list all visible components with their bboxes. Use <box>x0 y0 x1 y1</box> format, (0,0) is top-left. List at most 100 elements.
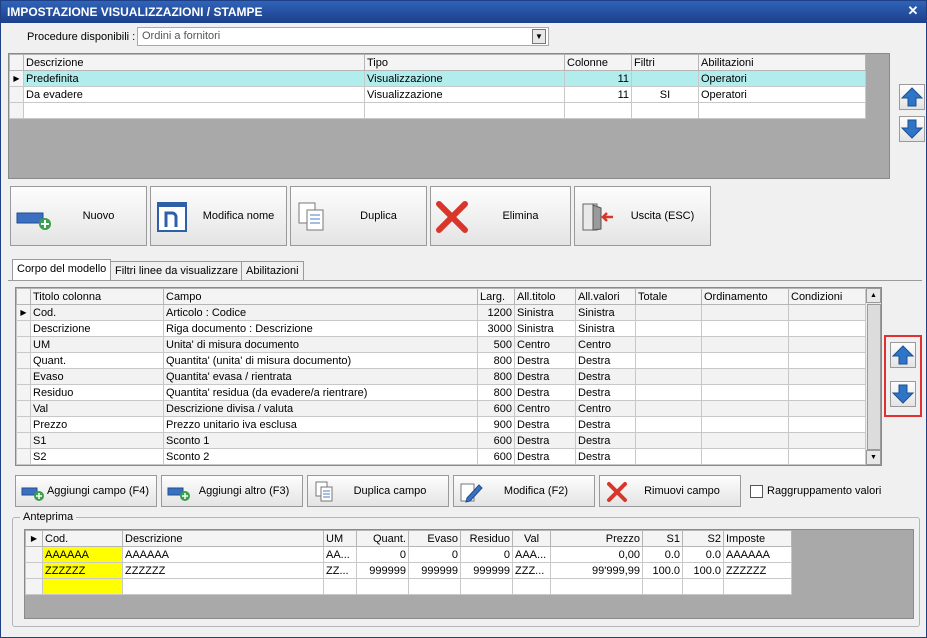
cell-totale[interactable] <box>635 400 702 417</box>
cell-all-titolo[interactable]: Sinistra <box>514 304 576 321</box>
cell-all-valori[interactable]: Centro <box>575 400 636 417</box>
table-row[interactable]: ▶ Predefinita Visualizzazione 11 Operato… <box>9 70 866 87</box>
cell-all-titolo[interactable]: Destra <box>514 368 576 385</box>
cell-all-titolo[interactable]: Destra <box>514 352 576 369</box>
add-field-button[interactable]: Aggiungi campo (F4) <box>15 475 157 507</box>
cell-all-titolo[interactable]: Destra <box>514 384 576 401</box>
cell-titolo-colonna[interactable]: Cod. <box>30 304 164 321</box>
table-row[interactable]: Evaso Quantita' evasa / rientrata 800 Destr… <box>16 368 866 385</box>
cell-all-valori[interactable]: Sinistra <box>575 304 636 321</box>
cell-titolo-colonna[interactable]: Prezzo <box>30 416 164 433</box>
cell-all-titolo[interactable]: Centro <box>514 400 576 417</box>
cell-larg-[interactable]: 500 <box>477 336 515 353</box>
cell-totale[interactable] <box>635 304 702 321</box>
scroll-up-icon[interactable]: ▲ <box>866 288 881 303</box>
cell-all-titolo[interactable]: Destra <box>514 416 576 433</box>
cell-descrizione[interactable]: Predefinita <box>23 70 365 87</box>
rename-button[interactable]: Modifica nome <box>150 186 287 246</box>
cell-all-valori[interactable]: Destra <box>575 416 636 433</box>
cell-larg-[interactable]: 600 <box>477 400 515 417</box>
cell-titolo-colonna[interactable]: S2 <box>30 448 164 465</box>
cell-condizioni[interactable] <box>788 432 866 449</box>
cell-campo[interactable]: Riga documento : Descrizione <box>163 320 478 337</box>
cell-totale[interactable] <box>635 368 702 385</box>
move-down-button[interactable] <box>899 116 925 142</box>
cell-all-valori[interactable]: Sinistra <box>575 320 636 337</box>
cell-titolo-colonna[interactable]: Quant. <box>30 352 164 369</box>
field-move-up-button[interactable] <box>890 342 916 368</box>
cell-totale[interactable] <box>635 384 702 401</box>
cell-tipo[interactable]: Visualizzazione <box>364 70 565 87</box>
table-row[interactable]: S2 Sconto 2 600 Destra Destra <box>16 448 866 465</box>
edit-field-button[interactable]: Modifica (F2) <box>453 475 595 507</box>
cell-all-valori[interactable]: Destra <box>575 368 636 385</box>
cell-condizioni[interactable] <box>788 352 866 369</box>
col-header-tipo[interactable]: Tipo <box>364 54 565 71</box>
col-header-totale[interactable]: Totale <box>635 288 702 305</box>
cell-larg-[interactable]: 600 <box>477 448 515 465</box>
cell-larg-[interactable]: 800 <box>477 384 515 401</box>
cell-larg-[interactable]: 800 <box>477 352 515 369</box>
cell-larg-[interactable]: 1200 <box>477 304 515 321</box>
cell-ordinamento[interactable] <box>701 400 789 417</box>
cell-campo[interactable]: Descrizione divisa / valuta <box>163 400 478 417</box>
cell-colonne[interactable]: 11 <box>564 70 632 87</box>
table-row[interactable]: Quant. Quantita' (unita' di misura docume… <box>16 352 866 369</box>
cell-colonne[interactable]: 11 <box>564 86 632 103</box>
cell-ordinamento[interactable] <box>701 368 789 385</box>
cell-larg-[interactable]: 800 <box>477 368 515 385</box>
cell-titolo-colonna[interactable]: S1 <box>30 432 164 449</box>
col-header-all-valori[interactable]: All.valori <box>575 288 636 305</box>
close-button[interactable]: ✕ <box>906 4 920 18</box>
cell-filtri[interactable] <box>631 70 699 87</box>
chevron-down-icon[interactable]: ▼ <box>532 29 546 44</box>
cell-all-valori[interactable]: Destra <box>575 448 636 465</box>
cell-titolo-colonna[interactable]: Val <box>30 400 164 417</box>
cell-campo[interactable]: Unita' di misura documento <box>163 336 478 353</box>
cell-all-valori[interactable]: Centro <box>575 336 636 353</box>
cell-totale[interactable] <box>635 336 702 353</box>
cell-ordinamento[interactable] <box>701 336 789 353</box>
new-button[interactable]: Nuovo <box>10 186 147 246</box>
cell-totale[interactable] <box>635 320 702 337</box>
cell-campo[interactable]: Quantita' evasa / rientrata <box>163 368 478 385</box>
table-row[interactable]: Da evadere Visualizzazione 11 SI Operato… <box>9 86 866 103</box>
cell-titolo-colonna[interactable]: Residuo <box>30 384 164 401</box>
table-row[interactable]: Descrizione Riga documento : Descrizione 3… <box>16 320 866 337</box>
table-row[interactable]: Prezzo Prezzo unitario iva esclusa 900 Dest… <box>16 416 866 433</box>
cell-ordinamento[interactable] <box>701 304 789 321</box>
procedure-select[interactable]: Ordini a fornitori ▼ <box>137 27 549 46</box>
cell-ordinamento[interactable] <box>701 416 789 433</box>
col-header-filtri[interactable]: Filtri <box>631 54 699 71</box>
cell-descrizione[interactable]: Da evadere <box>23 86 365 103</box>
cell-totale[interactable] <box>635 416 702 433</box>
remove-field-button[interactable]: Rimuovi campo <box>599 475 741 507</box>
cell-condizioni[interactable] <box>788 320 866 337</box>
cell-ordinamento[interactable] <box>701 320 789 337</box>
cell-ordinamento[interactable] <box>701 352 789 369</box>
col-header-titolo[interactable]: Titolo colonna <box>30 288 164 305</box>
col-header-larg[interactable]: Larg. <box>477 288 515 305</box>
duplicate-field-button[interactable]: Duplica campo <box>307 475 449 507</box>
table-row[interactable]: S1 Sconto 1 600 Destra Destra <box>16 432 866 449</box>
cell-condizioni[interactable] <box>788 336 866 353</box>
add-other-button[interactable]: Aggiungi altro (F3) <box>161 475 303 507</box>
cell-campo[interactable]: Quantita' residua (da evadere/a rientrar… <box>163 384 478 401</box>
table-row[interactable]: Val Descrizione divisa / valuta 600 Centro C… <box>16 400 866 417</box>
tab-corpo-modello[interactable]: Corpo del modello <box>12 259 112 281</box>
cell-all-valori[interactable]: Destra <box>575 352 636 369</box>
cell-larg-[interactable]: 600 <box>477 432 515 449</box>
cell-campo[interactable]: Quantita' (unita' di misura documento) <box>163 352 478 369</box>
scroll-down-icon[interactable]: ▼ <box>866 450 881 465</box>
cell-ordinamento[interactable] <box>701 432 789 449</box>
cell-campo[interactable]: Prezzo unitario iva esclusa <box>163 416 478 433</box>
cell-tipo[interactable]: Visualizzazione <box>364 86 565 103</box>
cell-all-titolo[interactable]: Destra <box>514 432 576 449</box>
cell-all-titolo[interactable]: Centro <box>514 336 576 353</box>
cell-larg-[interactable]: 3000 <box>477 320 515 337</box>
cell-all-valori[interactable]: Destra <box>575 432 636 449</box>
duplicate-button[interactable]: Duplica <box>290 186 427 246</box>
scroll-thumb[interactable] <box>867 304 881 450</box>
table-row[interactable]: ▶ Cod. Articolo : Codice 1200 Sinistra Sinist… <box>16 304 866 321</box>
cell-totale[interactable] <box>635 432 702 449</box>
